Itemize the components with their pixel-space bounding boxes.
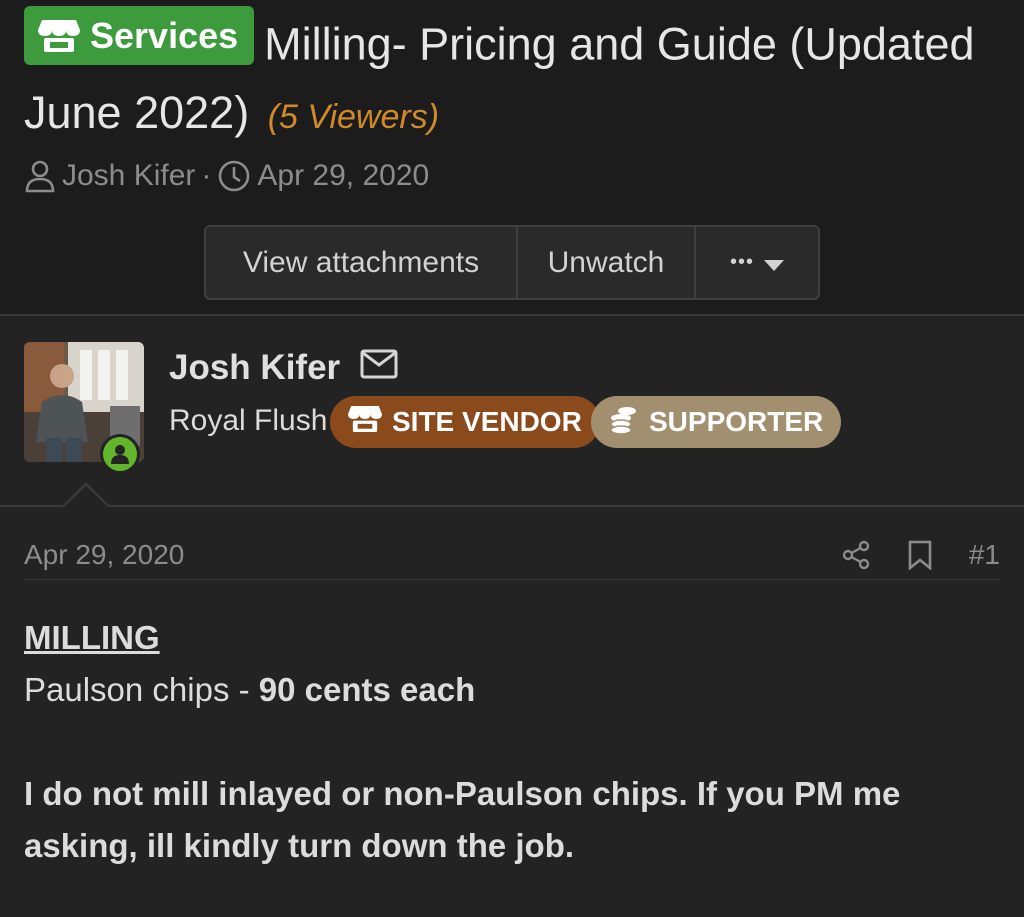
thread-date[interactable]: Apr 29, 2020 [257,159,429,193]
view-attachments-button[interactable]: View attachments [206,227,518,298]
envelope-icon[interactable] [360,348,398,388]
caret-down-icon [764,246,784,280]
username-link[interactable]: Josh Kifer [169,348,340,388]
post-actions: #1 [841,539,1000,571]
clock-icon [217,159,251,193]
supporter-label: SUPPORTER [649,406,824,437]
unwatch-button[interactable]: Unwatch [518,227,696,298]
store-icon [38,18,80,54]
online-status-badge [100,434,140,474]
site-vendor-banner: SITE VENDOR [330,396,600,448]
post-line-pricing: Paulson chips - 90 cents each [24,664,1000,716]
user-title: Royal Flush [169,404,328,437]
post-pointer-fill [64,486,108,507]
thread-title: Services Milling- Pricing and Guide (Upd… [24,6,1004,151]
viewers-count[interactable]: (5 Viewers) [268,98,439,136]
post-user-block: Josh Kifer Royal Flush SITE VENDOR SUPPO… [0,318,1024,506]
thread-header: Services Milling- Pricing and Guide (Upd… [0,0,1024,316]
post-paragraph: I do not mill inlayed or non-Paulson chi… [24,775,901,864]
username: Josh Kifer [169,348,398,388]
pricing-label: Paulson chips - [24,671,259,708]
post-number[interactable]: #1 [969,539,1000,571]
bookmark-icon[interactable] [907,540,933,570]
share-icon[interactable] [841,540,871,570]
post-heading: MILLING [24,619,160,656]
user-icon [24,159,56,193]
post-divider [0,505,1024,507]
site-vendor-label: SITE VENDOR [392,406,582,437]
more-options-button[interactable]: ••• [696,227,818,298]
post-meta-bar: Apr 29, 2020 #1 [24,530,1000,580]
meta-separator: · [201,159,212,192]
thread-action-buttons: View attachments Unwatch ••• [204,225,820,300]
thread-author[interactable]: Josh Kifer [62,159,195,193]
services-prefix-label[interactable]: Services [24,6,255,65]
pricing-value: 90 cents each [258,671,476,708]
post-date[interactable]: Apr 29, 2020 [24,539,184,571]
post-body: MILLING Paulson chips - 90 cents each I … [24,612,1000,872]
thread-meta: Josh Kifer · Apr 29, 2020 [24,156,429,196]
supporter-banner: SUPPORTER [591,396,842,448]
ellipsis-icon: ••• [729,251,754,273]
coins-icon [609,404,639,441]
store-icon [348,404,382,441]
online-user-icon [103,437,137,471]
prefix-label-text: Services [90,15,239,56]
